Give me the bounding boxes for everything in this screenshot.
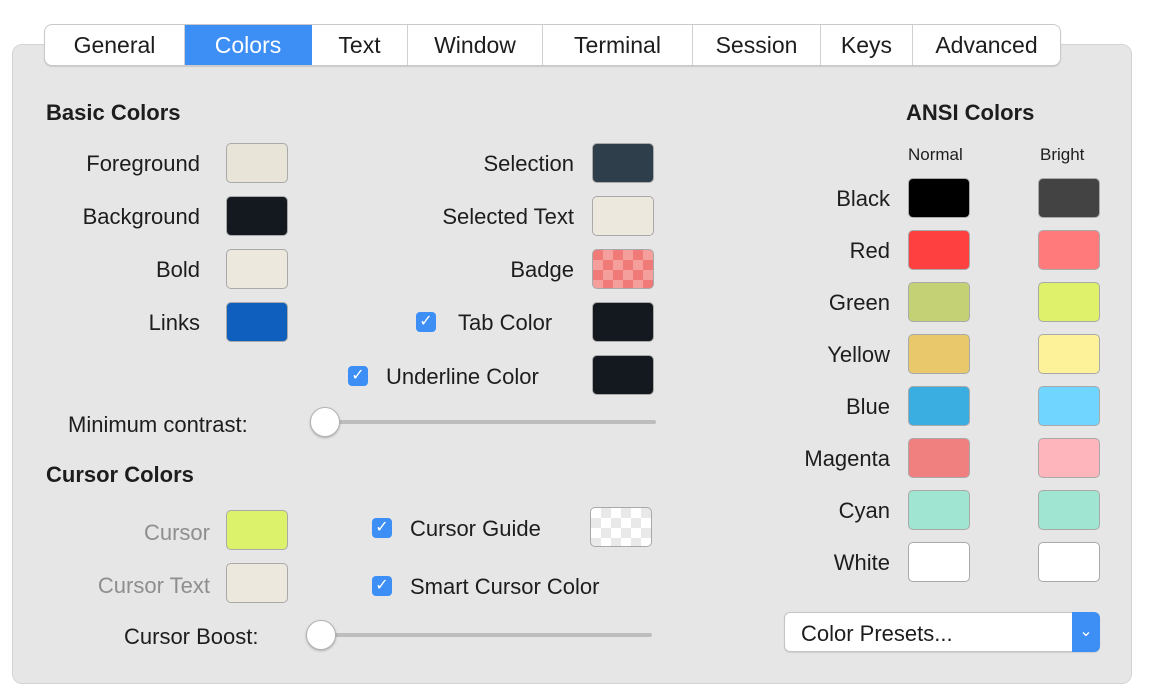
smart-cursor-color-label: Smart Cursor Color (410, 574, 600, 599)
ansi-blue-normal-well[interactable] (908, 386, 970, 426)
ansi-yellow-normal-well[interactable] (908, 334, 970, 374)
ansi-red-normal-well[interactable] (908, 230, 970, 270)
selection-color-well[interactable] (592, 143, 654, 183)
tab-session[interactable]: Session (693, 25, 821, 65)
ansi-black-bright-well[interactable] (1038, 178, 1100, 218)
ansi-cyan-bright-well[interactable] (1038, 490, 1100, 530)
ansi-black-label: Black (836, 186, 890, 211)
bold-label: Bold (155, 257, 200, 282)
cursor-guide-checkbox[interactable]: ✓ (372, 518, 392, 538)
smart-cursor-color-checkbox[interactable]: ✓ (372, 576, 392, 596)
underline-color-checkbox[interactable]: ✓ (348, 366, 368, 386)
tab-bar: General Colors Text Window Terminal Sess… (44, 24, 1061, 66)
selected-text-color-well[interactable] (592, 196, 654, 236)
ansi-green-label: Green (828, 290, 890, 315)
cursor-boost-label: Cursor Boost: (124, 624, 259, 649)
ansi-white-bright-well[interactable] (1038, 542, 1100, 582)
color-presets-label: Color Presets... (801, 621, 953, 646)
minimum-contrast-track[interactable] (320, 420, 656, 424)
tab-advanced[interactable]: Advanced (913, 25, 1060, 65)
tab-terminal[interactable]: Terminal (543, 25, 693, 65)
ansi-white-label: White (833, 550, 890, 575)
selection-label: Selection (483, 151, 574, 176)
cursor-boost-track[interactable] (318, 633, 652, 637)
cursor-guide-label: Cursor Guide (410, 516, 541, 541)
cursor-colors-heading: Cursor Colors (46, 462, 194, 487)
background-label: Background (82, 204, 200, 229)
ansi-magenta-label: Magenta (804, 446, 890, 471)
ansi-magenta-bright-well[interactable] (1038, 438, 1100, 478)
tab-keys[interactable]: Keys (821, 25, 913, 65)
ansi-green-bright-well[interactable] (1038, 282, 1100, 322)
ansi-blue-bright-well[interactable] (1038, 386, 1100, 426)
minimum-contrast-slider-knob[interactable] (310, 407, 340, 437)
minimum-contrast-label: Minimum contrast: (68, 412, 248, 437)
badge-color-well[interactable] (592, 249, 654, 289)
cursor-text-color-well[interactable] (226, 563, 288, 603)
tab-color-checkbox[interactable]: ✓ (416, 312, 436, 332)
cursor-boost-slider-knob[interactable] (306, 620, 336, 650)
bright-column-label: Bright (1040, 145, 1085, 164)
ansi-yellow-label: Yellow (827, 342, 890, 367)
basic-colors-heading: Basic Colors (46, 100, 181, 125)
tab-general[interactable]: General (45, 25, 185, 65)
badge-label: Badge (510, 257, 574, 282)
tab-text[interactable]: Text (312, 25, 408, 65)
selected-text-label: Selected Text (442, 204, 574, 229)
underline-color-well[interactable] (592, 355, 654, 395)
ansi-yellow-bright-well[interactable] (1038, 334, 1100, 374)
tab-window[interactable]: Window (408, 25, 543, 65)
ansi-cyan-normal-well[interactable] (908, 490, 970, 530)
ansi-colors-heading: ANSI Colors (906, 100, 1035, 125)
normal-column-label: Normal (908, 145, 963, 164)
cursor-guide-color-well[interactable] (590, 507, 652, 547)
tab-color-label: Tab Color (458, 310, 553, 335)
tab-colors[interactable]: Colors (185, 25, 312, 65)
tab-color-well[interactable] (592, 302, 654, 342)
links-color-well[interactable] (226, 302, 288, 342)
foreground-label: Foreground (86, 151, 200, 176)
color-presets-popup[interactable]: Color Presets... ⌄ (784, 612, 1100, 652)
links-label: Links (148, 310, 200, 335)
foreground-color-well[interactable] (226, 143, 288, 183)
ansi-red-bright-well[interactable] (1038, 230, 1100, 270)
cursor-label: Cursor (143, 520, 210, 545)
ansi-magenta-normal-well[interactable] (908, 438, 970, 478)
cursor-text-label: Cursor Text (97, 573, 210, 598)
background-color-well[interactable] (226, 196, 288, 236)
ansi-blue-label: Blue (845, 394, 890, 419)
ansi-red-label: Red (849, 238, 890, 263)
bold-color-well[interactable] (226, 249, 288, 289)
ansi-black-normal-well[interactable] (908, 178, 970, 218)
underline-color-label: Underline Color (386, 364, 539, 389)
ansi-white-normal-well[interactable] (908, 542, 970, 582)
cursor-color-well[interactable] (226, 510, 288, 550)
ansi-green-normal-well[interactable] (908, 282, 970, 322)
ansi-cyan-label: Cyan (838, 498, 890, 523)
chevron-down-icon: ⌄ (1072, 612, 1100, 652)
